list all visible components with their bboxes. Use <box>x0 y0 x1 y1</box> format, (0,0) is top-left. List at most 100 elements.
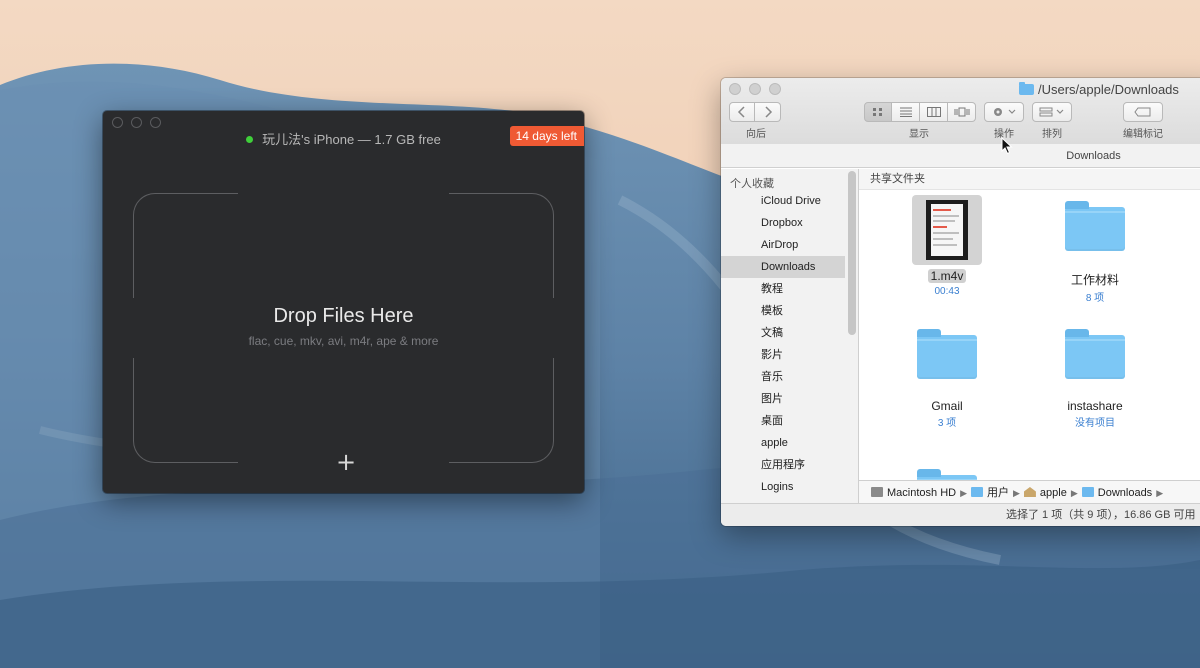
edit-tags-button[interactable] <box>1123 102 1163 122</box>
sidebar-item-music[interactable]: 音乐 <box>721 366 845 388</box>
folder-item-gmail[interactable]: Gmail 3 项 <box>892 329 1002 429</box>
back-button[interactable] <box>729 102 755 122</box>
file-browser: 共享文件夹 1.m4v 00:43 工作材料 8 项 Gmail 3 项 ins… <box>859 169 1200 480</box>
path-separator-icon: ▶ <box>1070 488 1078 498</box>
folder-name: instashare <box>1067 399 1123 413</box>
folder-icon <box>971 487 983 497</box>
finder-title: /Users/apple/Downloads <box>1019 82 1179 97</box>
sidebar-item-desktop[interactable]: 桌面 <box>721 410 845 432</box>
drop-corner-top-right <box>449 193 554 298</box>
home-icon <box>1023 487 1036 497</box>
forward-button[interactable] <box>755 102 781 122</box>
folder-meta: 3 项 <box>937 418 957 429</box>
folder-icon <box>1065 201 1125 251</box>
action-menu-button[interactable] <box>984 102 1024 122</box>
drop-corner-bottom-right <box>449 358 554 463</box>
shared-folder-header: 共享文件夹 <box>859 169 1200 190</box>
arrange-menu-button[interactable] <box>1032 102 1072 122</box>
finder-window: /Users/apple/Downloads 向后 显示 操作 排列 编辑标记 … <box>721 78 1200 526</box>
sidebar-scrollbar[interactable] <box>848 171 856 335</box>
folder-name: 工作材料 <box>1070 273 1119 287</box>
sidebar-item-templates[interactable]: 模板 <box>721 300 845 322</box>
list-icon <box>899 107 912 117</box>
path-separator-icon: ▶ <box>1013 488 1020 498</box>
nav-buttons <box>729 102 781 122</box>
columns-icon <box>926 107 941 117</box>
folder-name: Gmail <box>931 399 963 413</box>
sidebar-item-airdrop[interactable]: AirDrop <box>721 234 845 256</box>
folder-icon <box>1065 329 1125 379</box>
action-group <box>984 102 1024 122</box>
path-bar: Macintosh HD ▶ 用户 ▶ apple ▶ Downloads ▶ <box>859 480 1200 504</box>
view-mode-group <box>864 102 976 122</box>
sidebar-item-apple[interactable]: apple <box>721 432 845 454</box>
file-item-video[interactable]: 1.m4v 00:43 <box>892 195 1002 297</box>
file-name: 1.m4v <box>927 269 967 283</box>
sidebar-item-movies[interactable]: 影片 <box>721 344 845 366</box>
drop-formats: flac, cue, mkv, avi, m4r, ape & more <box>248 334 439 348</box>
status-bar: 选择了 1 项（共 9 项），16.86 GB 可用 <box>721 503 1200 526</box>
drop-zone[interactable]: Drop Files Here flac, cue, mkv, avi, m4r… <box>133 193 554 474</box>
drop-corner-top-left <box>133 193 238 298</box>
view-label: 显示 <box>909 129 929 140</box>
finder-sidebar: 个人收藏 iCloud Drive Dropbox AirDrop Downlo… <box>721 169 859 505</box>
path-apple[interactable]: apple <box>1040 487 1067 499</box>
cover-flow-button[interactable] <box>948 102 976 122</box>
list-view-button[interactable] <box>892 102 920 122</box>
finder-window-controls <box>729 83 781 95</box>
sidebar-item-dropbox[interactable]: Dropbox <box>721 212 845 234</box>
trial-badge[interactable]: 14 days left <box>509 126 584 146</box>
tag-icon <box>1134 107 1151 117</box>
tags-label: 编辑标记 <box>1123 129 1163 140</box>
sidebar-item-documents[interactable]: 文稿 <box>721 322 845 344</box>
favorites-header: 个人收藏 <box>730 178 774 190</box>
sidebar-item-downloads[interactable]: Downloads <box>721 256 845 278</box>
zoom-button[interactable] <box>150 117 161 128</box>
folder-icon <box>1019 82 1034 95</box>
gear-icon <box>994 108 1016 116</box>
column-view-button[interactable] <box>920 102 948 122</box>
cover-flow-icon <box>954 107 969 117</box>
connected-dot-icon <box>246 136 254 143</box>
folder-meta: 没有项目 <box>1075 418 1115 429</box>
finder-title-text: /Users/apple/Downloads <box>1038 82 1179 97</box>
folder-icon <box>1081 487 1094 497</box>
drop-corner-bottom-left <box>133 358 238 463</box>
chevron-left-icon <box>737 106 745 118</box>
tags-group <box>1123 102 1163 122</box>
path-users[interactable]: 用户 <box>987 487 1009 499</box>
sidebar-item-applications[interactable]: 应用程序 <box>721 454 845 476</box>
close-button[interactable] <box>112 117 123 128</box>
arrange-group <box>1032 102 1072 122</box>
finder-minimize-button[interactable] <box>749 83 761 95</box>
phone-screenshot-icon <box>926 200 968 260</box>
folder-item-instashare[interactable]: instashare 没有项目 <box>1040 329 1150 429</box>
path-macintosh-hd[interactable]: Macintosh HD <box>887 487 956 499</box>
arrange-icon <box>1039 107 1064 117</box>
device-line: 玩儿法's iPhone — 1.7 GB free <box>262 132 441 147</box>
folder-item-partial[interactable] <box>892 469 1002 480</box>
file-meta: 00:43 <box>934 286 960 297</box>
folder-meta: 8 项 <box>1085 293 1105 304</box>
video-thumbnail <box>912 195 982 265</box>
path-separator-icon: ▶ <box>960 488 967 498</box>
mouse-cursor-icon <box>1001 137 1013 155</box>
finder-toolbar: /Users/apple/Downloads 向后 显示 操作 排列 编辑标记 <box>721 78 1200 145</box>
add-files-button[interactable]: + <box>336 450 356 474</box>
icon-view-button[interactable] <box>864 102 892 122</box>
folder-icon <box>917 329 977 379</box>
hard-drive-icon <box>871 487 883 497</box>
arrange-label: 排列 <box>1042 129 1062 140</box>
minimize-button[interactable] <box>131 117 142 128</box>
sidebar-item-logins[interactable]: Logins <box>721 476 845 498</box>
window-controls <box>112 117 161 128</box>
folder-item-work-materials[interactable]: 工作材料 8 项 <box>1040 201 1150 304</box>
sidebar-item-pictures[interactable]: 图片 <box>721 388 845 410</box>
sidebar-item-icloud-drive[interactable]: iCloud Drive <box>721 190 845 212</box>
sidebar-item-tutorials[interactable]: 教程 <box>721 278 845 300</box>
path-downloads[interactable]: Downloads <box>1098 487 1152 499</box>
back-label: 向后 <box>746 129 766 140</box>
finder-close-button[interactable] <box>729 83 741 95</box>
path-separator-icon: ▶ <box>1156 488 1164 498</box>
finder-zoom-button[interactable] <box>769 83 781 95</box>
